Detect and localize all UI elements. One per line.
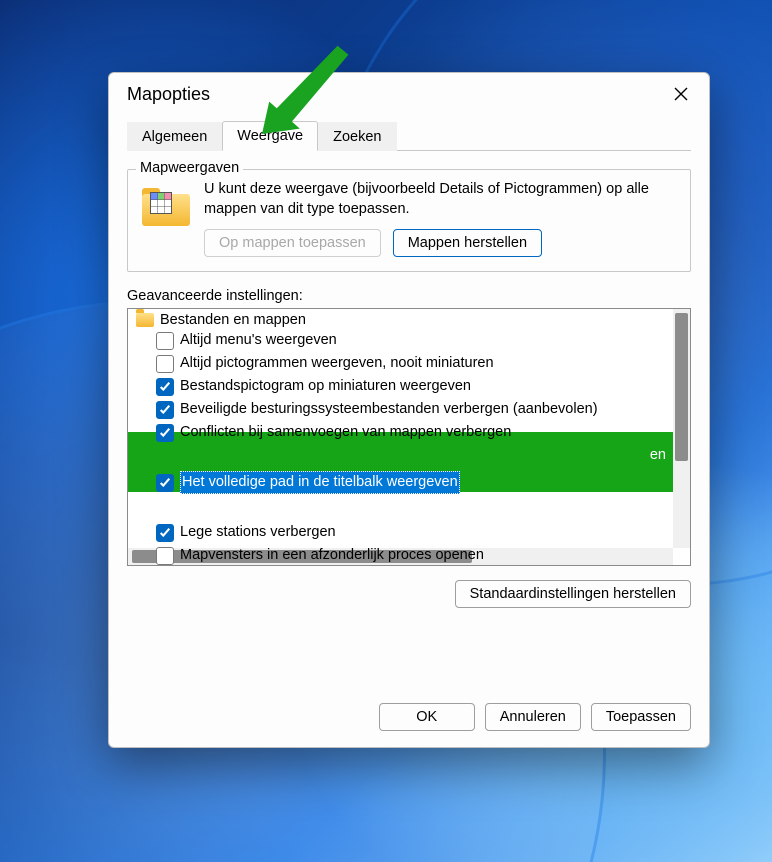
- dialog-footer: OK Annuleren Toepassen: [109, 693, 709, 747]
- tab-search[interactable]: Zoeken: [318, 122, 396, 151]
- dialog-title: Mapopties: [127, 84, 659, 105]
- folder-icon: [136, 313, 154, 327]
- tab-strip: Algemeen Weergave Zoeken: [127, 121, 691, 151]
- apply-to-folders-button[interactable]: Op mappen toepassen: [204, 229, 381, 257]
- cancel-button[interactable]: Annuleren: [485, 703, 581, 731]
- tree-item[interactable]: Lege stations verbergen: [130, 521, 690, 544]
- vertical-scrollbar[interactable]: [673, 309, 690, 548]
- tree-root-files-and-folders[interactable]: Bestanden en mappen: [130, 311, 690, 329]
- checkbox[interactable]: [156, 401, 174, 419]
- tree-item[interactable]: Bestandspictogram op miniaturen weergeve…: [130, 375, 690, 398]
- checkbox[interactable]: [156, 355, 174, 373]
- folder-options-dialog: Mapopties Algemeen Weergave Zoeken Mapwe…: [108, 72, 710, 748]
- checkbox[interactable]: [156, 332, 174, 350]
- close-icon: [674, 87, 688, 101]
- advanced-settings-label: Geavanceerde instellingen:: [127, 288, 691, 304]
- ok-button[interactable]: OK: [379, 703, 475, 731]
- tree-item[interactable]: Altijd menu's weergeven: [130, 329, 690, 352]
- folder-views-icon: [142, 182, 190, 226]
- checkbox[interactable]: [156, 424, 174, 442]
- tree-item-show-full-path[interactable]: Het volledige pad in de titelbalk weerge…: [130, 467, 690, 498]
- tree-item[interactable]: Beveiligde besturingssysteembestanden ve…: [130, 398, 690, 421]
- folder-views-description: U kunt deze weergave (bijvoorbeeld Detai…: [204, 180, 676, 219]
- checkbox[interactable]: [156, 474, 174, 492]
- tab-view[interactable]: Weergave: [222, 121, 318, 151]
- advanced-settings-tree[interactable]: Bestanden en mappen Altijd menu's weerge…: [127, 308, 691, 566]
- checkbox[interactable]: [156, 524, 174, 542]
- checkbox[interactable]: [156, 547, 174, 565]
- tree-item[interactable]: rgeven: [130, 498, 690, 521]
- tree-item[interactable]: Altijd pictogrammen weergeven, nooit min…: [130, 352, 690, 375]
- reset-folders-button[interactable]: Mappen herstellen: [393, 229, 542, 257]
- folder-views-group: Mapweergaven U kunt deze weergave (bijvo…: [127, 169, 691, 272]
- apply-button[interactable]: Toepassen: [591, 703, 691, 731]
- titlebar: Mapopties: [109, 73, 709, 115]
- checkbox[interactable]: [156, 378, 174, 396]
- folder-views-legend: Mapweergaven: [136, 160, 243, 176]
- tree-item[interactable]: Conflicten bij samenvoegen van mappen ve…: [130, 421, 690, 444]
- restore-defaults-button[interactable]: Standaardinstellingen herstellen: [455, 580, 691, 608]
- tree-item[interactable]: en: [130, 444, 690, 467]
- close-button[interactable]: [659, 78, 703, 110]
- scrollbar-thumb[interactable]: [675, 313, 688, 461]
- tab-general[interactable]: Algemeen: [127, 122, 222, 151]
